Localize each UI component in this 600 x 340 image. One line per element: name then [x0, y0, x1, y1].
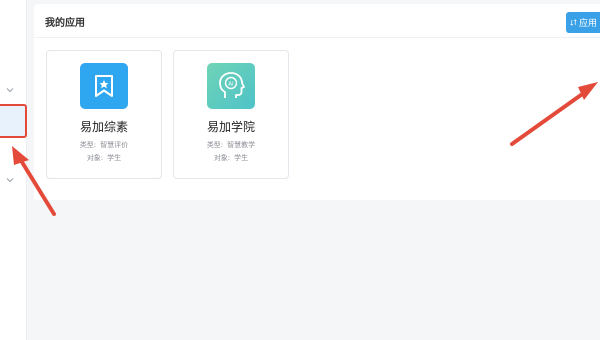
annotation-arrows [12, 82, 598, 216]
arrow-left [12, 146, 56, 216]
arrow-right [510, 82, 598, 146]
app-page: 我的应用 应用 易加综素 类型: 智慧评价 对象: 学生 AI 易加学院 类型:… [0, 0, 600, 340]
